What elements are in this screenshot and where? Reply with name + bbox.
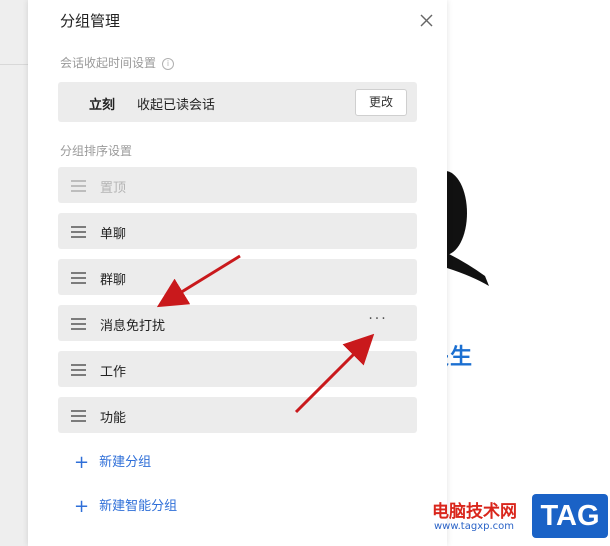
background-mascot-figure: [447, 171, 489, 286]
group-label: 群聊: [100, 273, 127, 288]
watermark-tag-logo: TAG: [532, 494, 608, 538]
close-icon: [420, 14, 433, 27]
drag-handle-icon[interactable]: [71, 410, 86, 422]
more-options-button[interactable]: ···: [363, 311, 393, 331]
plus-icon: +: [74, 496, 90, 517]
drag-handle-icon: [71, 180, 86, 192]
background-divider: [0, 64, 28, 65]
drag-handle-icon[interactable]: [71, 226, 86, 238]
collapse-time-value: 立刻: [89, 98, 116, 113]
new-smart-group-label: 新建智能分组: [99, 499, 178, 514]
group-row-do-not-disturb[interactable]: 消息免打扰 ···: [58, 305, 417, 341]
group-row-single-chat[interactable]: 单聊: [58, 213, 417, 249]
group-label: 置顶: [100, 181, 127, 196]
sort-section-label: 分组排序设置: [60, 144, 133, 158]
group-row-work[interactable]: 工作: [58, 351, 417, 387]
collapse-time-setting: 立刻 收起已读会话 更改: [58, 82, 417, 122]
group-row-group-chat[interactable]: 群聊: [58, 259, 417, 295]
new-group-label: 新建分组: [99, 455, 152, 470]
drag-handle-icon[interactable]: [71, 364, 86, 376]
group-label: 工作: [100, 365, 127, 380]
info-icon[interactable]: i: [162, 58, 175, 70]
collapse-time-section-label: 会话收起时间设置 i: [60, 54, 175, 71]
close-button[interactable]: [416, 10, 438, 32]
watermark: 电脑技术网 www.tagxp.com TAG: [430, 494, 610, 546]
group-row-functions[interactable]: 功能: [58, 397, 417, 433]
plus-icon: +: [74, 452, 90, 473]
watermark-title: 电脑技术网: [432, 502, 517, 522]
drag-handle-icon[interactable]: [71, 318, 86, 330]
group-label: 消息免打扰: [100, 319, 166, 334]
watermark-url: www.tagxp.com: [434, 521, 514, 532]
group-row-pinned: 置顶: [58, 167, 417, 203]
collapse-time-description: 收起已读会话: [137, 98, 216, 113]
group-management-dialog: 分组管理 会话收起时间设置 i 立刻 收起已读会话 更改 分组排序设置 置顶 单聊…: [28, 0, 447, 546]
collapse-time-label-text: 会话收起时间设置: [60, 56, 157, 70]
background-left-panel: [0, 0, 28, 546]
group-label: 单聊: [100, 227, 127, 242]
group-label: 功能: [100, 411, 127, 426]
new-smart-group-button[interactable]: + 新建智能分组: [74, 495, 177, 517]
dialog-title: 分组管理: [60, 12, 121, 30]
new-group-button[interactable]: + 新建分组: [74, 451, 151, 473]
drag-handle-icon[interactable]: [71, 272, 86, 284]
change-button[interactable]: 更改: [355, 89, 407, 116]
